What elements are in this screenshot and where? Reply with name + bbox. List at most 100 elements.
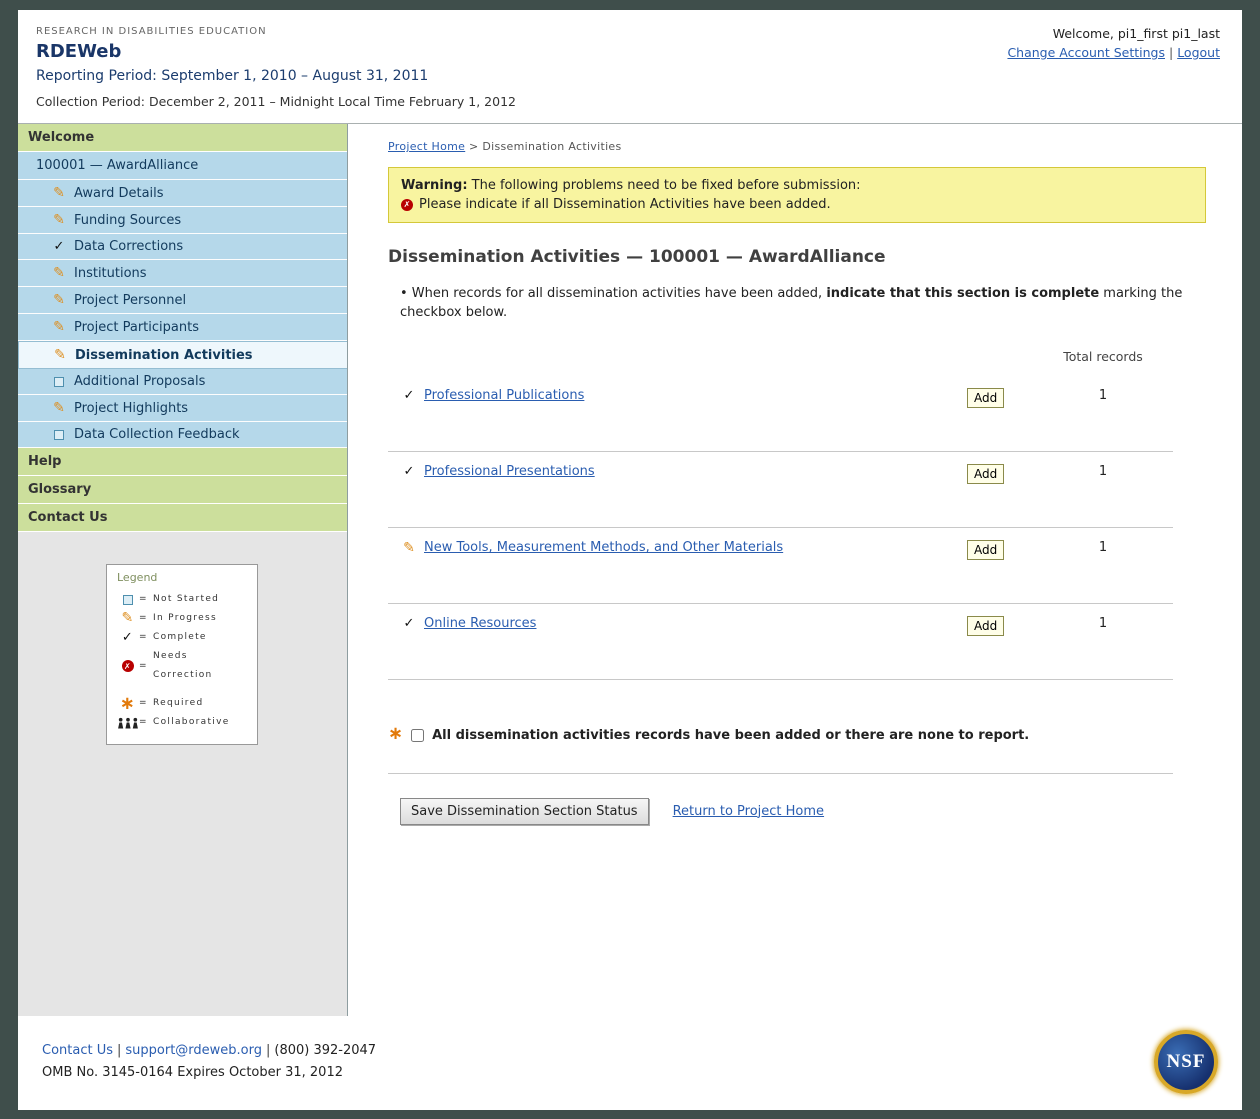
warning-line: Warning: The following problems need to … <box>401 178 1193 193</box>
breadcrumb-separator: > <box>469 140 479 153</box>
nsf-logo: NSF <box>1154 1030 1218 1094</box>
legend-label: Needs Correction <box>153 647 247 685</box>
body: Welcome 100001 — AwardAlliance Award Det… <box>18 124 1242 1016</box>
change-account-settings-link[interactable]: Change Account Settings <box>1007 45 1165 60</box>
record-count: 1 <box>1033 616 1173 631</box>
footer-separator: | <box>117 1043 121 1058</box>
equals-sign: = <box>139 628 153 647</box>
save-section-status-button[interactable]: Save Dissemination Section Status <box>400 798 649 825</box>
section-complete-checkbox[interactable] <box>411 729 424 742</box>
sidebar-item-award-details[interactable]: Award Details <box>18 180 347 207</box>
main-content: Project Home > Dissemination Activities … <box>348 124 1242 1016</box>
sidebar-item-label: Award Details <box>74 186 164 201</box>
pencil-icon <box>52 212 66 228</box>
check-icon <box>52 239 66 254</box>
add-button[interactable]: Add <box>967 464 1004 484</box>
org-name: RESEARCH IN DISABILITIES EDUCATION <box>36 26 516 37</box>
return-to-project-home-link[interactable]: Return to Project Home <box>673 804 824 819</box>
equals-sign: = <box>139 590 153 609</box>
header-link-separator: | <box>1169 45 1173 60</box>
welcome-user: Welcome, pi1_first pi1_last <box>1007 26 1220 41</box>
section-divider <box>388 773 1173 774</box>
add-button[interactable]: Add <box>967 388 1004 408</box>
record-add-cell: Add <box>943 540 1033 560</box>
sidebar-item-contact-us[interactable]: Contact Us <box>18 504 347 532</box>
warning-item-text: Please indicate if all Dissemination Act… <box>419 197 831 212</box>
omb-number: OMB No. 3145-0164 Expires October 31, 20… <box>42 1062 376 1084</box>
collaborative-icon <box>117 717 139 729</box>
warning-item: Please indicate if all Dissemination Act… <box>401 197 1193 212</box>
legend-label: Complete <box>153 628 207 647</box>
logout-link[interactable]: Logout <box>1177 45 1220 60</box>
not-started-icon <box>52 430 66 440</box>
legend-box: Legend = Not Started = In Progress <box>106 564 258 745</box>
page: RESEARCH IN DISABILITIES EDUCATION RDEWe… <box>18 10 1242 1110</box>
pencil-icon <box>53 347 67 363</box>
footer-left: Contact Us|support@rdeweb.org|(800) 392-… <box>42 1040 376 1084</box>
legend-label: Collaborative <box>153 713 230 732</box>
sidebar: Welcome 100001 — AwardAlliance Award Det… <box>18 124 348 1016</box>
sidebar-item-label: Institutions <box>74 266 147 281</box>
needs-correction-icon <box>117 660 139 672</box>
equals-sign: = <box>139 657 153 676</box>
add-button[interactable]: Add <box>967 616 1004 636</box>
record-count: 1 <box>1033 540 1173 555</box>
sidebar-item-glossary[interactable]: Glossary <box>18 476 347 504</box>
record-row-new-tools: New Tools, Measurement Methods, and Othe… <box>388 528 1173 604</box>
pencil-icon <box>52 319 66 335</box>
sidebar-item-institutions[interactable]: Institutions <box>18 260 347 287</box>
record-count: 1 <box>1033 464 1173 479</box>
record-label-cell: Professional Presentations <box>388 464 943 479</box>
needs-correction-icon <box>401 199 413 211</box>
pencil-icon <box>52 400 66 416</box>
breadcrumb: Project Home > Dissemination Activities <box>388 140 1206 153</box>
pencil-icon <box>52 185 66 201</box>
footer-contact-us-link[interactable]: Contact Us <box>42 1043 113 1058</box>
sidebar-item-additional-proposals[interactable]: Additional Proposals <box>18 369 347 395</box>
record-label-cell: New Tools, Measurement Methods, and Othe… <box>388 540 943 556</box>
spacer <box>943 349 1033 364</box>
records-table-header: Total records <box>388 349 1173 376</box>
sidebar-item-award[interactable]: 100001 — AwardAlliance <box>18 152 347 180</box>
actions-row: Save Dissemination Section Status Return… <box>388 798 1206 825</box>
equals-sign: = <box>139 609 153 628</box>
sidebar-item-dissemination-activities[interactable]: Dissemination Activities <box>18 341 347 369</box>
new-tools-link[interactable]: New Tools, Measurement Methods, and Othe… <box>424 540 783 555</box>
sidebar-item-funding-sources[interactable]: Funding Sources <box>18 207 347 234</box>
sidebar-item-label: Dissemination Activities <box>75 348 253 363</box>
records-table: Total records Professional Publications … <box>388 349 1173 680</box>
equals-sign: = <box>139 713 153 732</box>
sidebar-item-label: Project Personnel <box>74 293 186 308</box>
sidebar-item-project-highlights[interactable]: Project Highlights <box>18 395 347 422</box>
equals-sign: = <box>139 694 153 713</box>
sidebar-item-help[interactable]: Help <box>18 448 347 476</box>
sidebar-item-project-personnel[interactable]: Project Personnel <box>18 287 347 314</box>
legend-label: In Progress <box>153 609 217 628</box>
footer-email-link[interactable]: support@rdeweb.org <box>125 1043 262 1058</box>
page-title: Dissemination Activities — 100001 — Awar… <box>388 247 1206 267</box>
sidebar-item-label: Data Corrections <box>74 239 183 254</box>
instruction-text: • When records for all dissemination act… <box>388 285 1206 323</box>
legend-item-collaborative: = Collaborative <box>117 713 247 732</box>
online-resources-link[interactable]: Online Resources <box>424 616 536 631</box>
pencil-icon <box>52 292 66 308</box>
required-icon <box>388 728 403 743</box>
breadcrumb-project-home-link[interactable]: Project Home <box>388 140 465 153</box>
instruction-pre: When records for all dissemination activ… <box>408 286 827 301</box>
sidebar-item-welcome[interactable]: Welcome <box>18 124 347 152</box>
professional-presentations-link[interactable]: Professional Presentations <box>424 464 595 479</box>
sidebar-item-data-collection-feedback[interactable]: Data Collection Feedback <box>18 422 347 448</box>
check-icon <box>402 464 416 479</box>
required-icon <box>117 699 139 709</box>
header-right: Welcome, pi1_first pi1_last Change Accou… <box>1007 26 1220 109</box>
add-button[interactable]: Add <box>967 540 1004 560</box>
footer-separator: | <box>266 1043 270 1058</box>
sidebar-item-data-corrections[interactable]: Data Corrections <box>18 234 347 260</box>
section-complete-label[interactable]: All dissemination activities records hav… <box>432 728 1029 743</box>
sidebar-item-project-participants[interactable]: Project Participants <box>18 314 347 341</box>
footer-links: Contact Us|support@rdeweb.org|(800) 392-… <box>42 1040 376 1062</box>
warning-label: Warning: <box>401 178 468 193</box>
total-records-header: Total records <box>1033 349 1173 364</box>
professional-publications-link[interactable]: Professional Publications <box>424 388 584 403</box>
sidebar-gray-panel: Legend = Not Started = In Progress <box>18 532 347 1016</box>
